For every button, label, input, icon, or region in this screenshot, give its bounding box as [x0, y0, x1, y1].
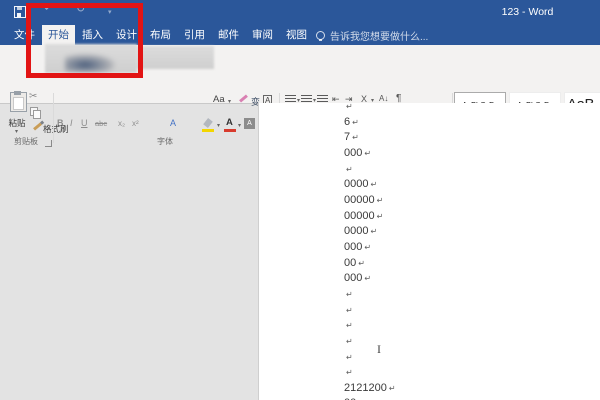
paragraph-mark: ↵	[376, 195, 384, 205]
lightbulb-icon	[316, 30, 325, 41]
censored-region	[136, 46, 214, 69]
document-line: ↵	[344, 99, 396, 115]
text-cursor-icon: I	[377, 342, 381, 356]
clipboard-group-label: 剪贴板	[14, 137, 38, 146]
document-line: ↵	[344, 365, 396, 381]
text-effects-icon[interactable]: A	[170, 118, 176, 128]
document-line: ↵	[344, 318, 396, 334]
text-highlight-icon[interactable]	[203, 118, 213, 128]
font-color-dropdown-icon[interactable]: ▾	[238, 123, 241, 129]
paste-dropdown-icon[interactable]: ▾	[15, 129, 18, 135]
paste-icon[interactable]	[10, 91, 27, 112]
underline-icon[interactable]: U	[81, 119, 88, 128]
cut-icon[interactable]: ✂	[29, 92, 37, 102]
format-painter-button[interactable]: 格式刷	[43, 123, 69, 135]
document-line: ↵	[344, 287, 396, 303]
tell-me-box[interactable]: 告诉我您想要做什么...	[316, 25, 428, 45]
change-case-dropdown-icon[interactable]: ▾	[228, 99, 231, 105]
paragraph-mark: ↵	[346, 305, 353, 315]
document-line: 00000 ↵	[344, 193, 384, 206]
annotation-red-box	[26, 3, 143, 78]
save-icon[interactable]	[14, 6, 26, 18]
window-title: 123 - Word	[501, 6, 554, 18]
paragraph-mark: ↵	[352, 117, 359, 127]
document-line: ↵	[344, 303, 396, 319]
document-line: 00↵	[344, 256, 365, 269]
paragraph-mark: ↵	[346, 336, 353, 346]
tab-layout[interactable]: 布局	[144, 25, 177, 45]
document-line: 000 ↵	[344, 240, 372, 253]
paragraph-mark: ↵	[346, 102, 353, 111]
paragraph-mark: ↵	[364, 242, 372, 252]
tell-me-label: 告诉我您想要做什么...	[330, 31, 429, 43]
document-page[interactable]: ↵ 6 ↵ 7 ↵ 000 ↵ ↵ 0000 ↵ 00000 ↵ 00000 ↵ 0000 ↵ 000 ↵ 00 ↵ 0…	[258, 102, 600, 400]
tab-references[interactable]: 引用	[178, 25, 211, 45]
highlight-color-bar	[202, 129, 214, 132]
copy-icon[interactable]	[30, 107, 41, 119]
document-line: 0000 ↵	[344, 178, 378, 191]
strikethrough-icon[interactable]: abc	[95, 120, 107, 128]
clipboard-dialog-launcher-icon[interactable]	[45, 140, 52, 147]
paragraph-mark: ↵	[346, 289, 353, 299]
change-case-icon[interactable]: Aa	[213, 95, 225, 105]
document-line: 0000 ↵	[344, 225, 378, 238]
document-lines: ↵ 6 ↵ 7 ↵ 000 ↵ ↵ 0000 ↵ 00000 ↵ 00000 ↵ 0000 ↵ 000 ↵ 00 ↵ 0…	[344, 99, 396, 400]
paragraph-mark: ↵	[364, 148, 372, 158]
document-line: 7 ↵	[344, 131, 359, 144]
paragraph-mark: ↵	[358, 258, 365, 268]
superscript-icon[interactable]: x²	[132, 120, 139, 128]
character-shading-icon[interactable]: A	[244, 118, 255, 129]
document-line: 000 ↵	[344, 146, 372, 159]
paragraph-mark: ↵	[346, 321, 353, 331]
paragraph-mark: ↵	[346, 164, 353, 174]
document-line: ↵	[344, 350, 396, 366]
italic-icon[interactable]: I	[70, 119, 73, 128]
document-line: 00↵	[344, 396, 396, 400]
document-line: ↵	[344, 162, 396, 178]
paragraph-mark: ↵	[376, 211, 384, 221]
phonetic-guide-icon[interactable]	[239, 94, 248, 103]
word-window: ↶ ↻ ▾ 123 - Word 文件 开始 插入 设计 布局 引用 邮件 审阅…	[0, 0, 600, 400]
font-color-icon[interactable]: A	[226, 118, 233, 128]
paragraph-mark: ↵	[346, 368, 353, 378]
paste-button[interactable]: 粘贴	[3, 117, 31, 129]
bold-icon[interactable]: B	[57, 119, 64, 128]
document-line: 000 ↵	[344, 272, 372, 285]
paragraph-mark: ↵	[388, 383, 396, 393]
document-line: ↵	[344, 334, 396, 350]
paragraph-mark: ↵	[370, 180, 378, 190]
format-painter-icon[interactable]	[33, 120, 45, 131]
document-line: 6 ↵	[344, 115, 359, 128]
font-group-label: 字体	[157, 137, 173, 146]
paragraph-mark: ↵	[346, 352, 353, 362]
document-line: 2121200 ↵	[344, 381, 396, 394]
tab-view[interactable]: 视图	[280, 25, 313, 45]
subscript-icon[interactable]: x₂	[118, 120, 125, 128]
tab-mailings[interactable]: 邮件	[212, 25, 245, 45]
tab-review[interactable]: 审阅	[246, 25, 279, 45]
paragraph-mark: ↵	[364, 274, 372, 284]
highlight-dropdown-icon[interactable]: ▾	[217, 123, 220, 129]
font-color-bar	[224, 129, 236, 132]
document-line: 00000 ↵	[344, 209, 384, 222]
paragraph-mark: ↵	[370, 227, 378, 237]
paragraph-mark: ↵	[352, 133, 359, 143]
